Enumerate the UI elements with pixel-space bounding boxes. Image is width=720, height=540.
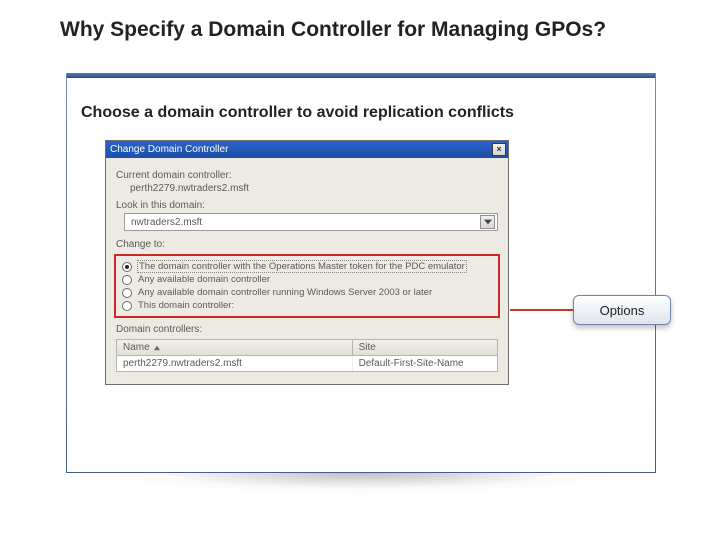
options-callout: Options [573,295,671,325]
dc-grid: Name Site perth2279.nwtraders2.msft Defa… [116,339,498,372]
option-this-dc[interactable]: This domain controller: [122,299,492,312]
column-header-site[interactable]: Site [353,340,497,355]
radio-icon [122,288,132,298]
slide-title: Why Specify a Domain Controller for Mana… [60,18,606,42]
sort-asc-icon [154,345,160,351]
option-label: The domain controller with the Operation… [138,261,466,272]
option-pdc-emulator[interactable]: The domain controller with the Operation… [122,260,492,273]
table-row[interactable]: perth2279.nwtraders2.msft Default-First-… [117,356,497,371]
current-dc-label: Current domain controller: [116,170,498,181]
change-to-options: The domain controller with the Operation… [114,254,500,318]
column-header-name-text: Name [123,342,150,353]
panel-shadow [62,473,660,495]
option-label: Any available domain controller [138,274,270,285]
content-panel: Choose a domain controller to avoid repl… [66,73,656,473]
cell-site: Default-First-Site-Name [353,356,497,371]
callout-connector [510,309,573,311]
option-label: This domain controller: [138,300,234,311]
change-dc-dialog: Change Domain Controller × Current domai… [105,140,509,385]
option-any-dc-2003[interactable]: Any available domain controller running … [122,286,492,299]
look-in-domain-label: Look in this domain: [116,200,498,211]
domain-dropdown[interactable]: nwtraders2.msft [124,213,498,231]
column-header-site-text: Site [359,342,376,353]
current-dc-value: perth2279.nwtraders2.msft [130,183,498,194]
change-to-label: Change to: [116,239,498,250]
radio-icon [122,301,132,311]
panel-subtitle: Choose a domain controller to avoid repl… [81,104,514,122]
grid-header: Name Site [117,340,497,356]
radio-icon [122,275,132,285]
chevron-down-icon [480,215,495,229]
options-callout-label: Options [600,303,645,318]
cell-name: perth2279.nwtraders2.msft [117,356,353,371]
dialog-title: Change Domain Controller [110,144,228,155]
radio-icon [122,262,132,272]
option-any-dc[interactable]: Any available domain controller [122,273,492,286]
close-icon[interactable]: × [492,143,506,156]
dialog-titlebar: Change Domain Controller × [106,141,508,158]
dialog-body: Current domain controller: perth2279.nwt… [106,158,508,384]
column-header-name[interactable]: Name [117,340,353,355]
domain-dropdown-value: nwtraders2.msft [131,217,202,228]
dc-list-label: Domain controllers: [116,324,498,335]
option-label: Any available domain controller running … [138,287,432,298]
